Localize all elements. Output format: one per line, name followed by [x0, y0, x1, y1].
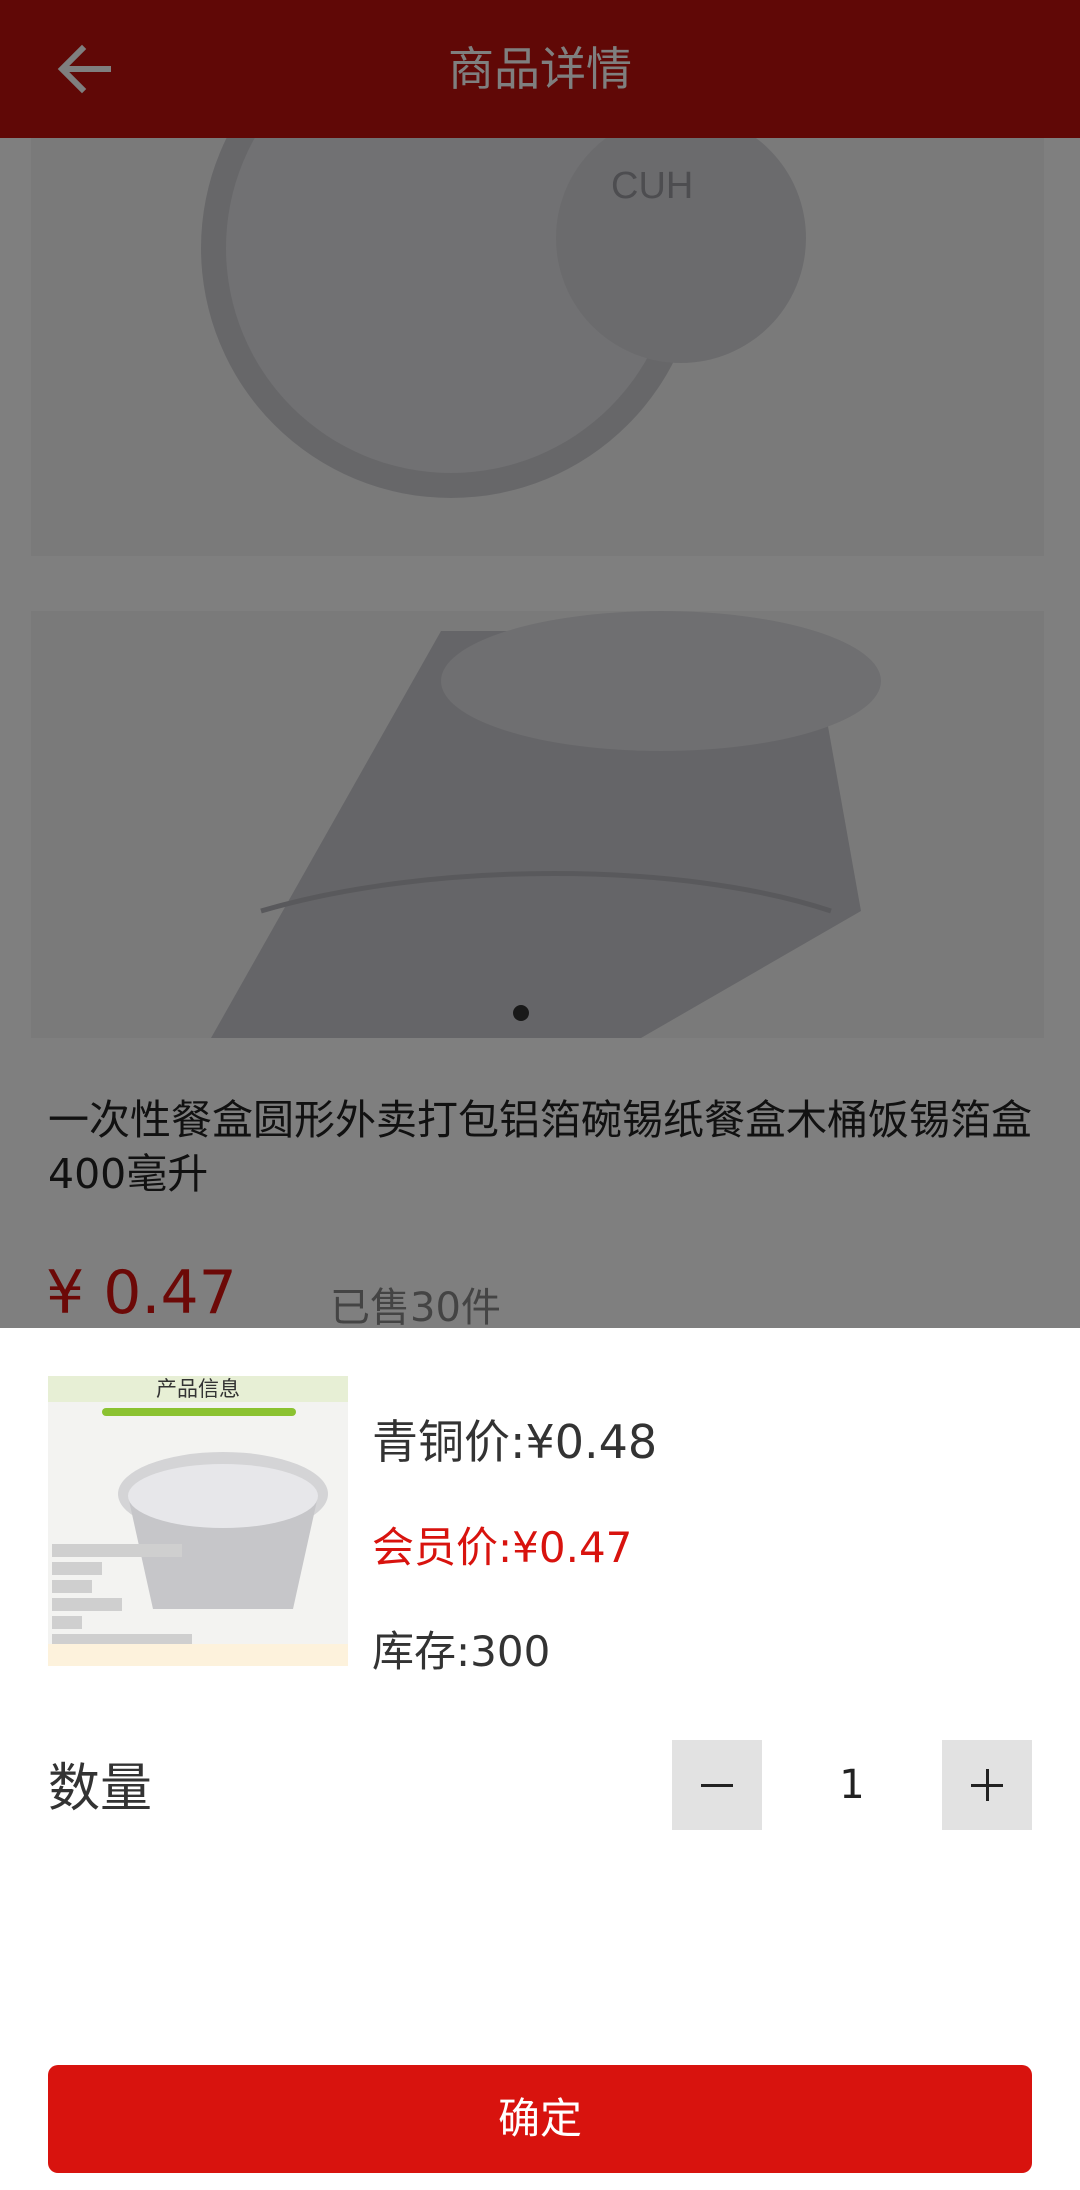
- thumbnail-banner: [102, 1408, 296, 1416]
- thumbnail-footer: [48, 1644, 348, 1666]
- member-price: 会员价:¥0.47: [372, 1523, 633, 1572]
- sku-thumbnail: 产品信息: [48, 1376, 348, 1666]
- increase-quantity-button[interactable]: [942, 1740, 1032, 1830]
- confirm-button[interactable]: 确定: [48, 2065, 1032, 2173]
- thumbnail-spec-lines: [52, 1544, 202, 1652]
- bronze-price: 青铜价:¥0.48: [372, 1415, 658, 1469]
- quantity-label: 数量: [48, 1759, 153, 1819]
- stock-count: 库存:300: [372, 1627, 551, 1676]
- decrease-quantity-button[interactable]: [672, 1740, 762, 1830]
- quantity-value[interactable]: 1: [762, 1740, 942, 1830]
- sku-bottom-sheet: 产品信息 青铜价:¥0.48 会员价:¥0.47 库存:300 数量 1 确定: [0, 1328, 1080, 2190]
- thumbnail-caption: 产品信息: [48, 1376, 348, 1402]
